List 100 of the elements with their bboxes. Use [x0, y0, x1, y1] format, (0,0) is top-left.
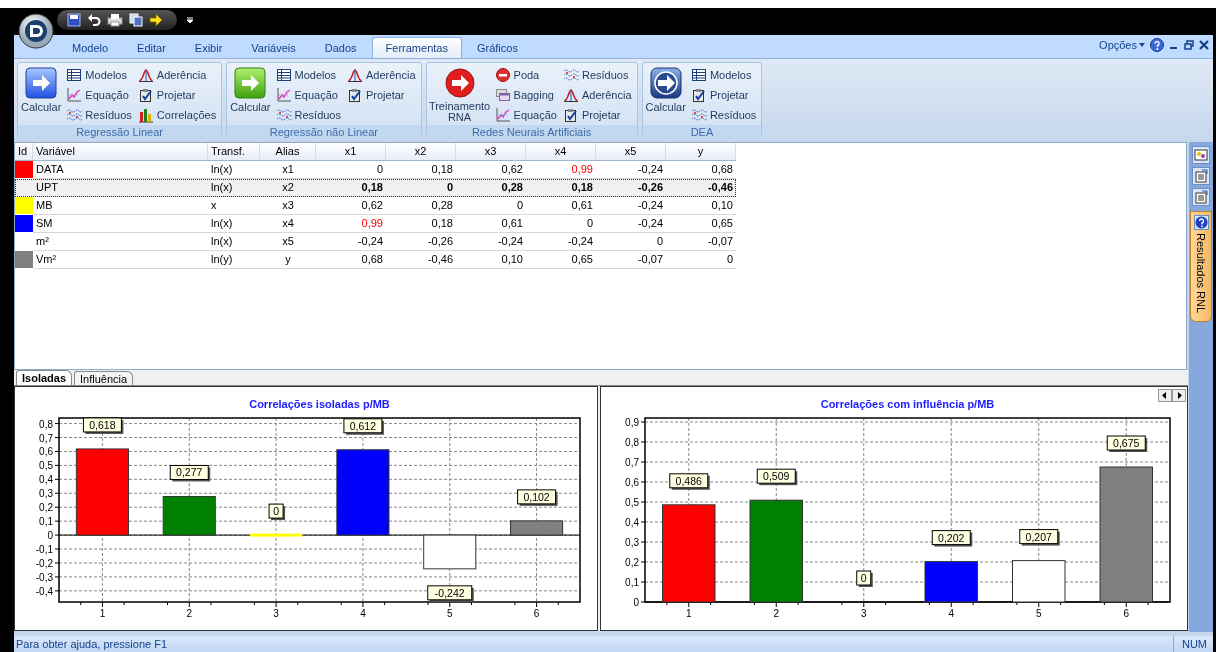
restore-icon[interactable] [1184, 40, 1194, 50]
help-icon [1193, 215, 1209, 230]
ribbon-button[interactable]: Modelos [688, 65, 759, 85]
ribbon-button[interactable]: Resíduos [561, 65, 634, 85]
value-label: 0,612 [343, 418, 384, 435]
help-icon[interactable] [1150, 38, 1164, 52]
status-indicator: NUM [1172, 636, 1213, 652]
ribbon-tab[interactable]: Gráficos [462, 37, 532, 58]
ribbon-button[interactable]: Projetar [561, 105, 634, 125]
ribbon-tab[interactable]: Exibir [180, 37, 237, 58]
column-header[interactable]: Transf. [208, 143, 260, 160]
column-header[interactable]: y [666, 143, 736, 160]
ribbon-button[interactable]: Projetar [345, 85, 418, 105]
ribbon-tab[interactable]: Modelo [58, 37, 123, 58]
selected-row[interactable]: UPT ln(x) x2 0,18 0 0,28 0,18 -0,26 -0,46 [15, 179, 736, 197]
table-cell: SM [33, 215, 208, 233]
table-cell: 0,28 [456, 179, 526, 197]
ribbon-button[interactable]: Projetar [688, 85, 759, 105]
dropdown-icon[interactable] [186, 16, 194, 24]
table-icon [275, 67, 292, 83]
print-icon[interactable] [107, 13, 123, 27]
clipboard-icon[interactable] [1192, 188, 1210, 206]
table-cell: 0 [526, 215, 596, 233]
sheet-tab[interactable]: Influência [74, 371, 134, 385]
options-menu[interactable]: Opções [1099, 39, 1145, 51]
axis-tick-label: 3 [273, 608, 279, 619]
large-ribbon-button[interactable]: Calcular [20, 65, 63, 125]
windows-icon [494, 87, 511, 103]
clipboard-check-icon [563, 107, 579, 123]
column-header[interactable]: Alias [260, 143, 316, 160]
ribbon-tab[interactable]: Dados [310, 37, 371, 58]
axis-tick-label: 0,9 [625, 417, 639, 428]
axis-tick-label: 0,7 [625, 457, 639, 468]
ribbon-button[interactable]: Equação [492, 105, 559, 125]
scroll-right-icon[interactable] [1172, 389, 1186, 402]
table-cell: 0,68 [316, 251, 386, 269]
axis-tick-label: 5 [446, 608, 453, 619]
ribbon-button[interactable]: Aderência [345, 65, 418, 85]
axis-tick-label: 1 [685, 608, 692, 619]
table-row[interactable]: MB x x3 0,62 0,28 0 0,61 -0,24 0,10 [15, 197, 736, 215]
large-ribbon-button[interactable]: Calcular [229, 65, 272, 125]
column-header[interactable]: Id [15, 143, 33, 160]
large-ribbon-button[interactable]: Treinamento RNA [428, 65, 491, 125]
axis-tick-label: -0,4 [35, 585, 53, 597]
palette-icon[interactable] [1192, 146, 1210, 164]
table-row[interactable]: Vm² ln(y) y 0,68 -0,46 0,10 0,65 -0,07 0 [15, 251, 736, 269]
column-header[interactable]: Variável [33, 143, 208, 160]
table-cell: 0,61 [456, 215, 526, 233]
close-icon[interactable] [1199, 40, 1209, 50]
column-header[interactable]: x1 [316, 143, 386, 160]
side-tab[interactable]: Resultados RNL [1190, 211, 1212, 323]
axis-tick-label: 2 [186, 608, 193, 619]
chart-title: Correlações isoladas p/MB [249, 398, 390, 410]
column-header[interactable]: x4 [526, 143, 596, 160]
column-header[interactable]: x2 [386, 143, 456, 160]
ribbon-button[interactable]: Equação [273, 85, 343, 105]
copy-icon[interactable] [129, 13, 143, 27]
scroll-left-icon[interactable] [1158, 389, 1172, 402]
ribbon-button[interactable]: Projetar [135, 85, 219, 105]
value-label: 0,675 [1106, 435, 1148, 452]
ribbon-button[interactable]: Resíduos [273, 105, 343, 125]
caret-icon [1139, 42, 1145, 48]
minus-circle-icon [494, 67, 511, 83]
axis-tick-label: 0 [47, 530, 53, 542]
ribbon-tab[interactable]: Variáveis [237, 37, 310, 58]
table-cell: x3 [260, 197, 316, 215]
column-header[interactable]: x5 [596, 143, 666, 160]
ribbon-tab[interactable]: Ferramentas [371, 37, 462, 58]
table-cell: -0,07 [666, 233, 736, 251]
clipboard-icon[interactable] [1192, 167, 1210, 185]
axis-tick-label: 0,8 [625, 437, 639, 448]
table-cell: 0,62 [316, 197, 386, 215]
ribbon-button[interactable]: Aderência [135, 65, 219, 85]
table-row[interactable]: SM ln(x) x4 0,99 0,18 0,61 0 -0,24 0,65 [15, 215, 736, 233]
save-icon[interactable] [67, 13, 81, 27]
ribbon-button[interactable]: Bagging [492, 85, 559, 105]
ribbon-button[interactable]: Equação [64, 85, 134, 105]
sheet-tab[interactable]: Isoladas [16, 370, 73, 385]
bell-curve-icon [137, 67, 154, 83]
ribbon-button[interactable]: Modelos [64, 65, 134, 85]
axis-tick-label: 0,3 [39, 488, 53, 500]
value-label: 0,207 [1019, 529, 1060, 546]
chart-title: Correlações com influência p/MB [820, 398, 995, 410]
ribbon-button[interactable]: Resíduos [64, 105, 134, 125]
ribbon-tab[interactable]: Editar [123, 37, 180, 58]
large-ribbon-button[interactable]: Calcular [644, 65, 687, 125]
clipboard-check-icon [347, 87, 363, 103]
table-cell: -0,26 [596, 179, 666, 197]
table-cell: 0,18 [386, 215, 456, 233]
ribbon-button[interactable]: Resíduos [688, 105, 759, 125]
table-cell: 0,10 [456, 251, 526, 269]
ribbon-button[interactable]: Modelos [273, 65, 343, 85]
ribbon-button[interactable]: Poda [492, 65, 559, 85]
arrow-icon[interactable] [149, 13, 163, 27]
table-cell: m² [33, 233, 208, 251]
table-row[interactable]: m² ln(x) x5 -0,24 -0,26 -0,24 -0,24 0 -0,07 [15, 233, 736, 251]
ribbon-button[interactable]: Aderência [561, 85, 634, 105]
ribbon-button[interactable]: Correlações [135, 105, 219, 125]
column-header[interactable]: x3 [456, 143, 526, 160]
undo-icon[interactable] [87, 13, 101, 27]
